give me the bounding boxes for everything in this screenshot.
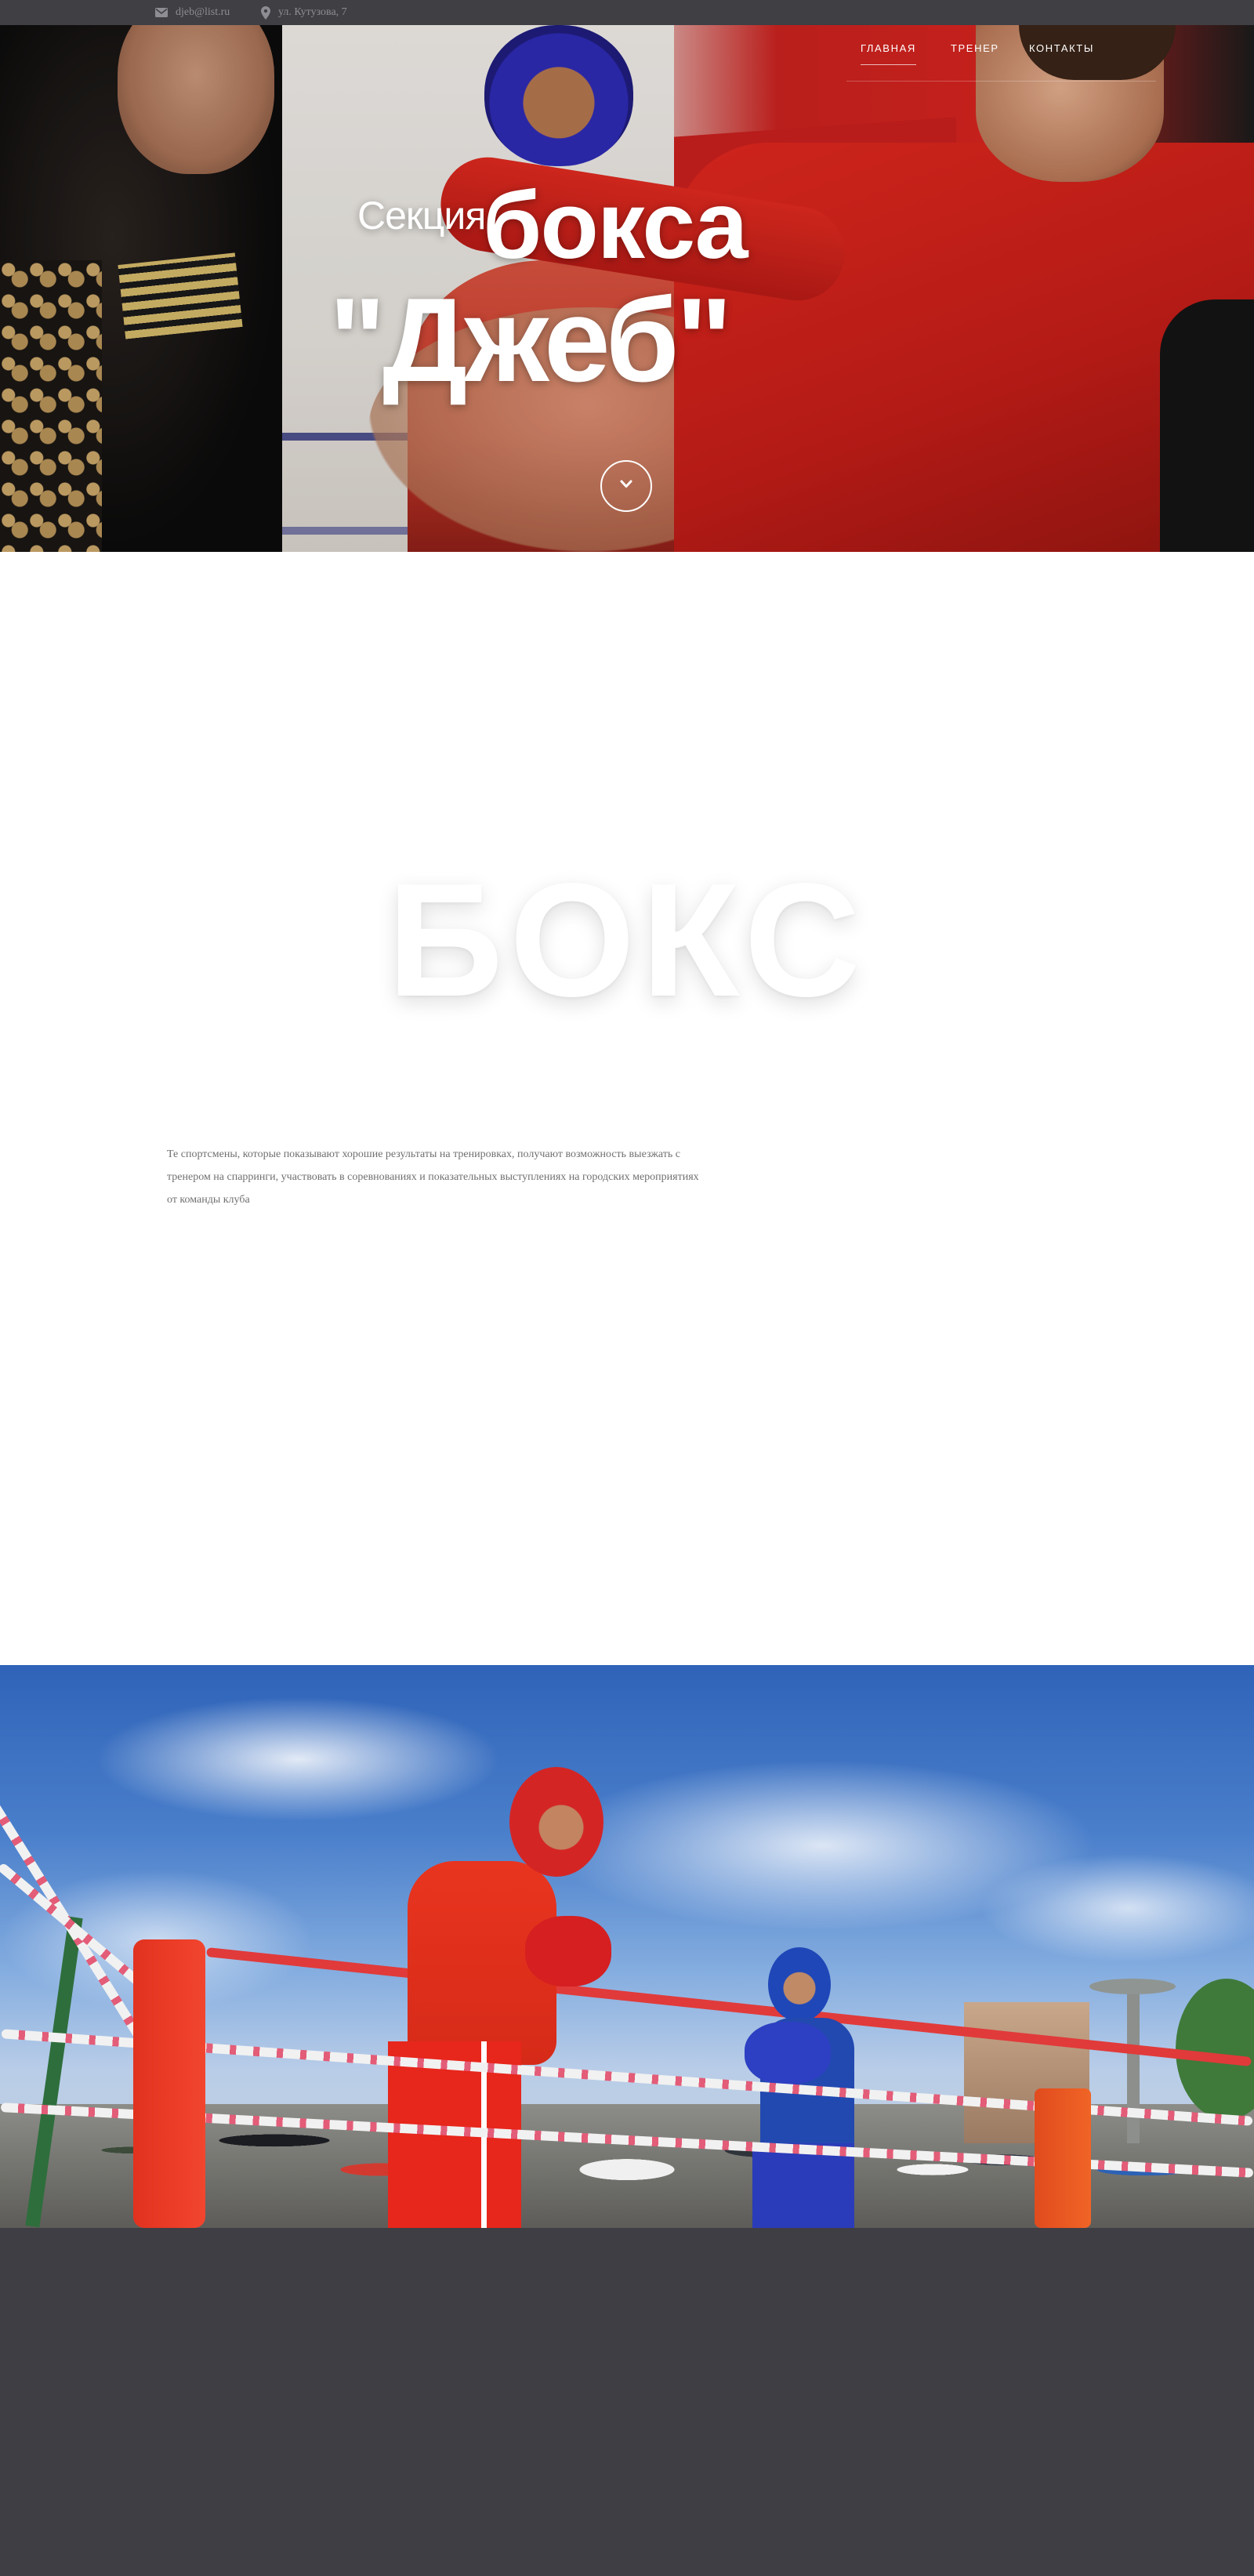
hero-title-small: Секция <box>357 194 486 238</box>
nav-item-coach[interactable]: Тренер <box>951 42 999 54</box>
hero-title-club-name: "Джеб" <box>329 274 733 407</box>
email-contact[interactable]: djeb@list.ru <box>155 0 230 25</box>
photo-cloud <box>980 1853 1254 1963</box>
nav-item-contacts[interactable]: Контакты <box>1029 42 1094 54</box>
top-info-bar: djeb@list.ru ул. Кутузова, 7 <box>0 0 1254 25</box>
boxing-match-photo <box>0 1665 1254 2228</box>
photo-tower-top <box>1089 1979 1176 1994</box>
map-pin-icon <box>261 5 270 20</box>
photo-ring-corner-post <box>133 1939 205 2228</box>
email-text[interactable]: djeb@list.ru <box>176 6 230 19</box>
address-contact: ул. Кутузова, 7 <box>261 0 347 25</box>
photo-ring-corner-post <box>1035 2088 1091 2228</box>
hero-title-big: бокса <box>483 172 748 278</box>
chevron-down-icon <box>620 479 632 493</box>
footer <box>0 2228 1254 2576</box>
envelope-icon <box>155 8 168 17</box>
scroll-down-button[interactable] <box>600 460 652 512</box>
address-text: ул. Кутузова, 7 <box>278 6 347 18</box>
section-watermark-title: БОКС <box>386 850 868 1030</box>
about-paragraph: Те спортсмены, которые показывают хороши… <box>167 1148 699 1206</box>
about-section: БОКС Те спортсмены, которые показывают х… <box>0 552 1254 1665</box>
nav-item-home[interactable]: Главная <box>861 42 916 65</box>
main-nav: Главная Тренер Контакты <box>846 25 1156 82</box>
nav-divider <box>846 81 1156 82</box>
photo-red-boxer <box>368 1767 611 2228</box>
